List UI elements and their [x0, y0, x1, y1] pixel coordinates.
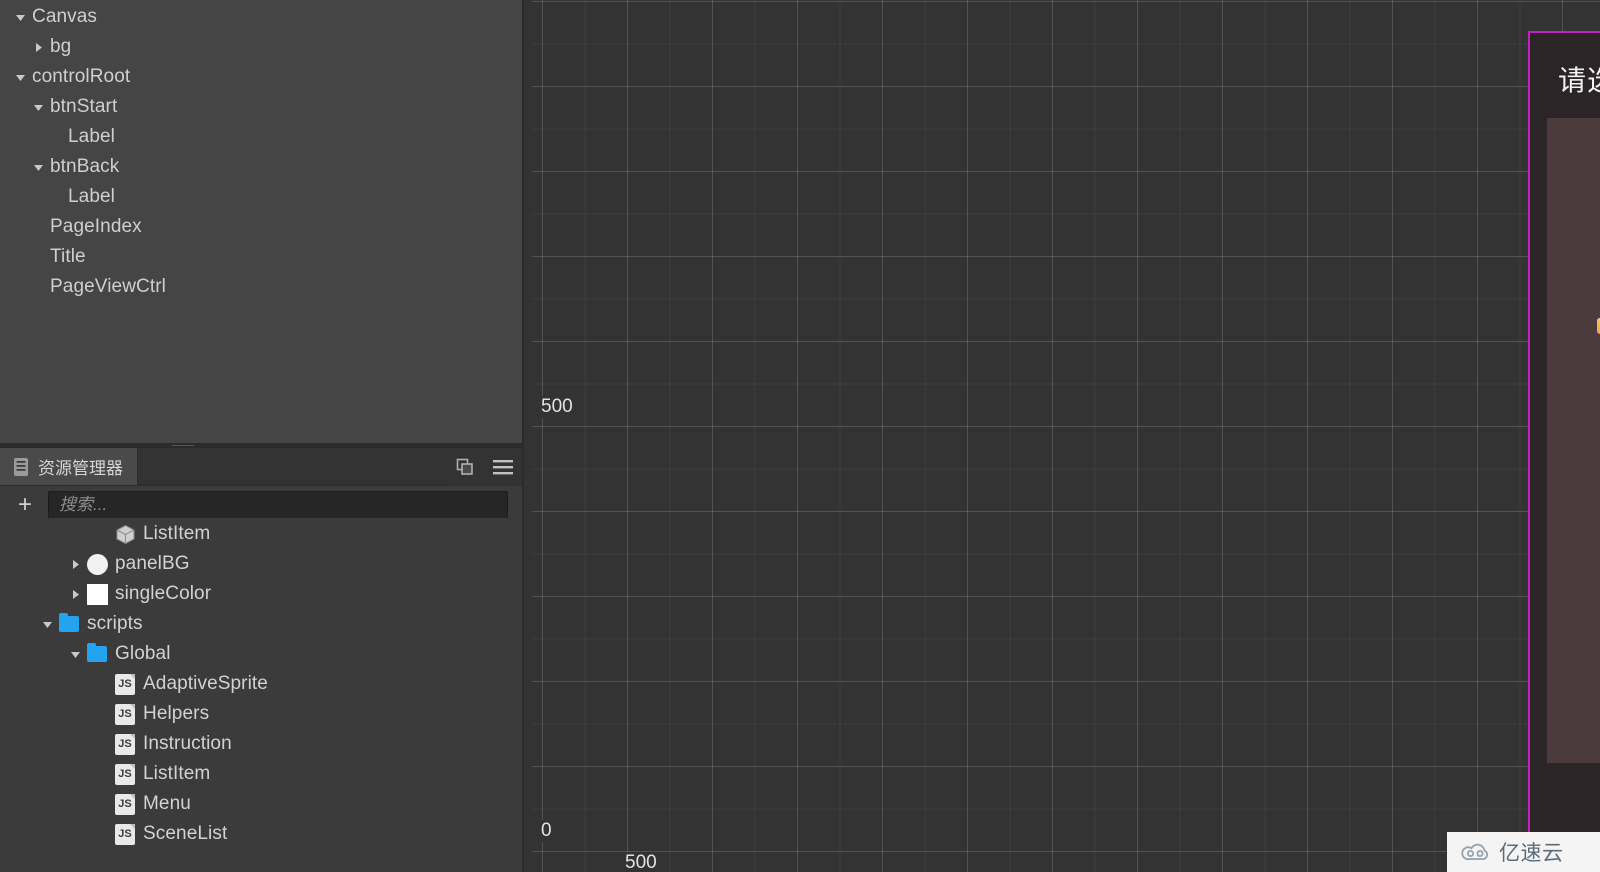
hierarchy-node-label: controlRoot	[32, 66, 131, 87]
js-icon: JS	[114, 733, 136, 755]
tab-asset-manager[interactable]: 资源管理器	[0, 448, 138, 485]
asset-item-scripts[interactable]: scripts	[0, 609, 522, 639]
tabbar-empty-space	[138, 448, 446, 485]
asset-item-label: scripts	[87, 613, 143, 634]
folder-icon	[58, 613, 80, 635]
asset-item-scenelist[interactable]: JS SceneList	[0, 819, 522, 849]
chevron-down-icon[interactable]	[28, 162, 48, 173]
asset-item-listitem[interactable]: ListItem	[0, 519, 522, 549]
hierarchy-node-btnback[interactable]: btnBack	[0, 152, 522, 182]
game-footer: 开始游戏 主菜单	[1530, 763, 1600, 841]
asset-item-label: ListItem	[143, 763, 211, 784]
asset-item-label: Global	[115, 643, 171, 664]
circle-icon	[86, 553, 108, 575]
left-dock: Canvas bg controlRoot btnStart Label btnBack L…	[0, 0, 524, 872]
hierarchy-node-label: Canvas	[32, 6, 98, 27]
hierarchy-node-btnstart[interactable]: btnStart	[0, 92, 522, 122]
tab-asset-manager-label: 资源管理器	[38, 459, 123, 478]
play-field[interactable]	[1547, 118, 1600, 763]
assets-tabbar: 资源管理器	[0, 448, 522, 486]
hierarchy-node-label: bg	[50, 36, 72, 57]
asset-item-label: Menu	[143, 793, 191, 814]
chevron-down-icon[interactable]	[36, 619, 58, 630]
hierarchy-node-controlroot[interactable]: controlRoot	[0, 62, 522, 92]
scene-grid[interactable]	[532, 0, 1600, 872]
chevron-right-icon[interactable]	[64, 589, 86, 600]
add-asset-button[interactable]: +	[8, 490, 42, 520]
hierarchy-panel: Canvas bg controlRoot btnStart Label btnBack L…	[0, 0, 524, 443]
assets-scrollbar[interactable]	[515, 518, 521, 866]
game-title: 请选择关卡	[1558, 65, 1600, 96]
hamburger-menu-icon[interactable]	[484, 448, 522, 485]
hierarchy-node-label: Label	[68, 126, 115, 147]
asset-item-helpers[interactable]: JS Helpers	[0, 699, 522, 729]
chevron-down-icon[interactable]	[28, 102, 48, 113]
chevron-down-icon[interactable]	[10, 72, 30, 83]
hierarchy-node-label: PageIndex	[50, 216, 142, 237]
asset-item-label: AdaptiveSprite	[143, 673, 268, 694]
js-icon: JS	[114, 763, 136, 785]
square-icon	[86, 583, 108, 605]
hierarchy-node-pageindex[interactable]: PageIndex	[0, 212, 522, 242]
assets-panel: 资源管理器 + 搜索... ListItem panelBG singleCol…	[0, 448, 524, 872]
hierarchy-node-label: Title	[50, 246, 86, 267]
cloud-icon	[1461, 843, 1488, 861]
game-header: 请选择关卡 第1关	[1530, 33, 1600, 121]
hierarchy-node-label[interactable]: Label	[0, 182, 522, 212]
hierarchy-tree[interactable]: Canvas bg controlRoot btnStart Label btnBack L…	[0, 0, 522, 302]
asset-item-listitem[interactable]: JS ListItem	[0, 759, 522, 789]
duplicate-icon[interactable]	[446, 448, 484, 485]
assets-panel-icon	[12, 457, 30, 477]
assets-tree[interactable]: ListItem panelBG singleColor scripts Global J…	[0, 518, 522, 866]
hierarchy-node-bg[interactable]: bg	[0, 32, 522, 62]
js-icon: JS	[114, 703, 136, 725]
asset-item-menu[interactable]: JS Menu	[0, 789, 522, 819]
asset-item-label: Helpers	[143, 703, 210, 724]
chevron-right-icon[interactable]	[64, 559, 86, 570]
asset-item-label: Instruction	[143, 733, 232, 754]
scene-editor[interactable]: 500 0 500 请选择关卡 第1关	[524, 0, 1600, 872]
hierarchy-node-label: btnStart	[50, 96, 118, 117]
folder-icon	[86, 643, 108, 665]
asset-item-instruction[interactable]: JS Instruction	[0, 729, 522, 759]
asset-item-adaptivesprite[interactable]: JS AdaptiveSprite	[0, 669, 522, 699]
chevron-down-icon[interactable]	[64, 649, 86, 660]
js-icon: JS	[114, 673, 136, 695]
asset-item-panelbg[interactable]: panelBG	[0, 549, 522, 579]
hierarchy-node-label: PageViewCtrl	[50, 276, 166, 297]
js-icon: JS	[114, 793, 136, 815]
watermark-label: 亿速云	[1499, 842, 1564, 865]
prefab-icon	[114, 523, 136, 545]
hierarchy-node-canvas[interactable]: Canvas	[0, 2, 522, 32]
game-preview-panel[interactable]: 请选择关卡 第1关 开始游戏 主菜单	[1528, 31, 1600, 843]
hierarchy-node-label: btnBack	[50, 156, 120, 177]
hierarchy-node-label[interactable]: Label	[0, 122, 522, 152]
search-input[interactable]	[48, 490, 508, 519]
chevron-right-icon[interactable]	[28, 42, 48, 53]
asset-item-global[interactable]: Global	[0, 639, 522, 669]
asset-item-label: panelBG	[115, 553, 190, 574]
watermark: 亿速云	[1447, 832, 1600, 872]
hierarchy-node-label: Label	[68, 186, 115, 207]
asset-item-label: singleColor	[115, 583, 212, 604]
chevron-down-icon[interactable]	[10, 12, 30, 23]
hierarchy-node-title[interactable]: Title	[0, 242, 522, 272]
hierarchy-node-pageviewctrl[interactable]: PageViewCtrl	[0, 272, 522, 302]
asset-item-label: SceneList	[143, 823, 228, 844]
asset-item-label: ListItem	[143, 523, 211, 544]
asset-item-singlecolor[interactable]: singleColor	[0, 579, 522, 609]
js-icon: JS	[114, 823, 136, 845]
